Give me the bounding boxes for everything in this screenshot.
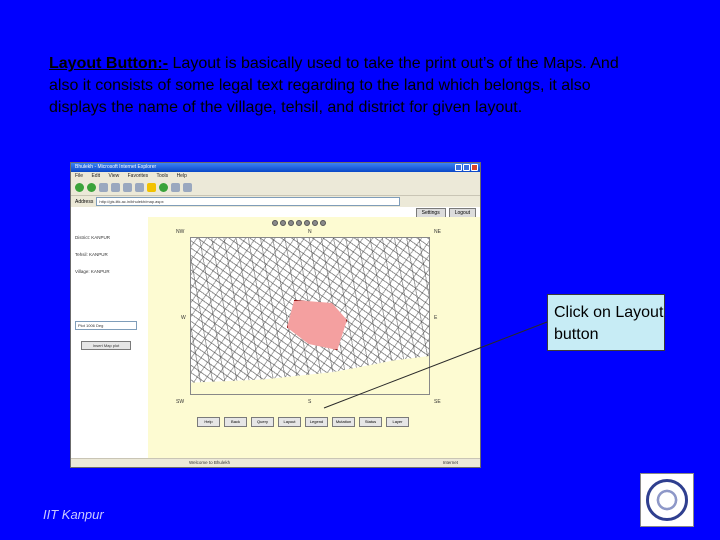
query-button[interactable]: Query bbox=[251, 417, 274, 427]
selected-parcel[interactable] bbox=[287, 300, 347, 350]
mail-icon[interactable] bbox=[171, 183, 180, 192]
print-map-icon[interactable] bbox=[320, 220, 326, 226]
layer-button[interactable]: Layer bbox=[386, 417, 409, 427]
menu-favorites[interactable]: Favorites bbox=[128, 173, 149, 179]
zoom-out-icon[interactable] bbox=[280, 220, 286, 226]
maximize-icon[interactable] bbox=[463, 164, 470, 171]
security-zone: Internet bbox=[442, 460, 458, 465]
left-panel: District: KANPUR Tehsil: KANPUR Village:… bbox=[71, 217, 148, 459]
dir-se: SE bbox=[434, 399, 441, 405]
status-bar: Welcome to Bhulekh Internet bbox=[71, 458, 480, 467]
help-button[interactable]: Help bbox=[197, 417, 220, 427]
browser-screenshot: Bhulekh - Microsoft Internet Explorer Fi… bbox=[70, 162, 481, 468]
status-button[interactable]: Status bbox=[359, 417, 382, 427]
iitk-logo bbox=[640, 473, 694, 527]
map-buttons: Help Back Query Layout Legend Mutation S… bbox=[197, 417, 409, 427]
plot-select[interactable]: Plot 1006 Deg bbox=[75, 321, 137, 330]
menu-bar: File Edit View Favorites Tools Help bbox=[71, 172, 480, 180]
dir-e: E bbox=[434, 315, 438, 321]
village-label: Village: KANPUR bbox=[75, 269, 110, 274]
back-button[interactable]: Back bbox=[224, 417, 247, 427]
print-icon[interactable] bbox=[183, 183, 192, 192]
history-icon[interactable] bbox=[159, 183, 168, 192]
browser-toolbar bbox=[71, 180, 480, 196]
slide-caption: Layout Button:- Layout is basically used… bbox=[49, 53, 649, 119]
tehsil-label: Tehsil: KANPUR bbox=[75, 252, 108, 257]
measure-icon[interactable] bbox=[312, 220, 318, 226]
address-bar: Address http://gis.iitk.ac.in/bhulekh/ma… bbox=[71, 196, 480, 207]
menu-view[interactable]: View bbox=[108, 173, 119, 179]
dir-n: N bbox=[308, 229, 312, 235]
dir-w: W bbox=[181, 315, 186, 321]
full-extent-icon[interactable] bbox=[304, 220, 310, 226]
district-label: District: KANPUR bbox=[75, 235, 111, 240]
cadastral-map[interactable] bbox=[190, 237, 430, 395]
status-message: Welcome to Bhulekh bbox=[189, 460, 231, 465]
layout-button[interactable]: Layout bbox=[278, 417, 301, 427]
address-input[interactable]: http://gis.iitk.ac.in/bhulekh/map.aspx bbox=[96, 197, 401, 206]
legend-button[interactable]: Legend bbox=[305, 417, 328, 427]
menu-help[interactable]: Help bbox=[177, 173, 187, 179]
back-icon[interactable] bbox=[75, 183, 84, 192]
dir-nw: NW bbox=[176, 229, 185, 235]
zoom-in-icon[interactable] bbox=[272, 220, 278, 226]
dir-sw: SW bbox=[176, 399, 185, 405]
stop-icon[interactable] bbox=[99, 183, 108, 192]
menu-tools[interactable]: Tools bbox=[156, 173, 168, 179]
emblem-icon bbox=[646, 479, 688, 521]
map-tools bbox=[272, 220, 326, 226]
favorites-icon[interactable] bbox=[147, 183, 156, 192]
dir-s: S bbox=[308, 399, 312, 405]
footer-text: IIT Kanpur bbox=[43, 507, 104, 522]
window-title: Bhulekh - Microsoft Internet Explorer bbox=[75, 164, 157, 170]
web-page: Settings Logout District: KANPUR Tehsil:… bbox=[71, 207, 480, 459]
forward-icon[interactable] bbox=[87, 183, 96, 192]
menu-file[interactable]: File bbox=[75, 173, 83, 179]
refresh-icon[interactable] bbox=[111, 183, 120, 192]
map-panel: NW N NE W E SW S SE Help Back Query Layo… bbox=[148, 217, 480, 459]
dir-ne: NE bbox=[434, 229, 441, 235]
search-icon[interactable] bbox=[135, 183, 144, 192]
caption-separator: :- bbox=[157, 55, 169, 72]
close-icon[interactable] bbox=[471, 164, 478, 171]
identify-icon[interactable] bbox=[296, 220, 302, 226]
pan-icon[interactable] bbox=[288, 220, 294, 226]
insert-plot-button[interactable]: Insert Map plot bbox=[81, 341, 131, 350]
caption-lead: Layout Button bbox=[49, 55, 158, 72]
window-titlebar: Bhulekh - Microsoft Internet Explorer bbox=[71, 163, 480, 172]
callout-box: Click on Layout button bbox=[547, 294, 665, 351]
home-icon[interactable] bbox=[123, 183, 132, 192]
address-label: Address bbox=[75, 198, 94, 205]
mutation-button[interactable]: Mutation bbox=[332, 417, 355, 427]
minimize-icon[interactable] bbox=[455, 164, 462, 171]
menu-edit[interactable]: Edit bbox=[91, 173, 100, 179]
river-area bbox=[191, 356, 429, 394]
